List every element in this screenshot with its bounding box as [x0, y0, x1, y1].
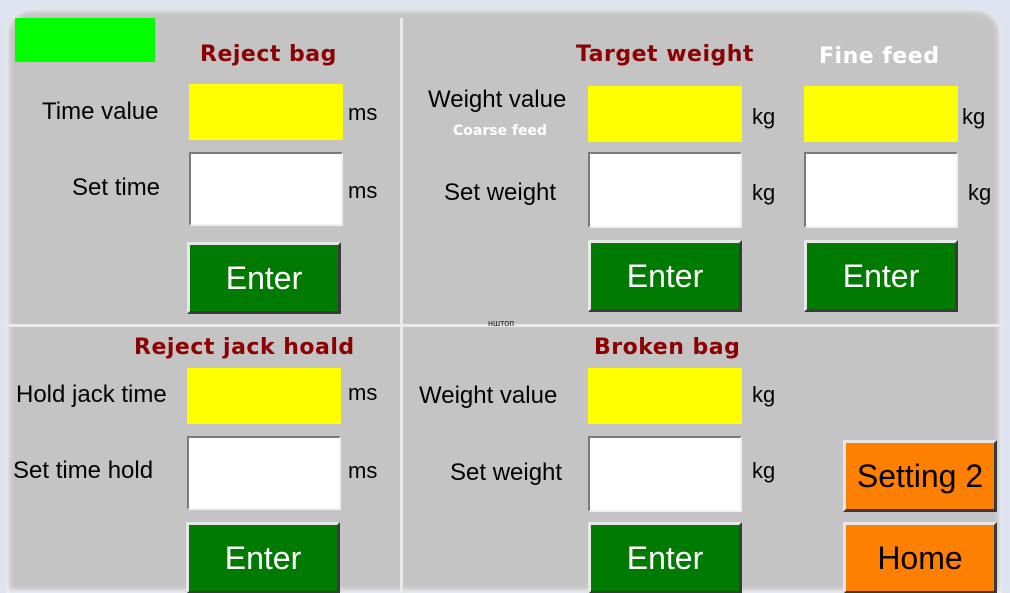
reject-bag-set-time-unit: ms	[348, 178, 378, 203]
hold-jack-time-unit: ms	[348, 380, 378, 405]
set-time-hold-label: Set time hold	[13, 457, 154, 484]
fine-feed-enter-button[interactable]: Enter	[804, 240, 958, 312]
home-button[interactable]: Home	[843, 522, 997, 593]
coarse-feed-value-unit: kg	[752, 104, 776, 129]
setting-2-button[interactable]: Setting 2	[843, 440, 997, 512]
reject-bag-set-time-input[interactable]	[189, 152, 343, 226]
reject-bag-title: Reject bag	[200, 42, 337, 67]
reject-jack-hold-title: Reject jack hoald	[134, 335, 355, 360]
fine-feed-value-unit: kg	[962, 104, 986, 129]
fine-feed-set-unit: kg	[968, 180, 992, 205]
target-weight-title: Target weight	[576, 42, 754, 67]
broken-bag-set-weight-input[interactable]	[588, 436, 742, 512]
stray-text: нштоп	[488, 318, 515, 328]
broken-bag-weight-value-label: Weight value	[419, 382, 558, 409]
target-weight-value-label: Weight value	[428, 86, 567, 113]
broken-bag-set-weight-label: Set weight	[450, 459, 563, 486]
vertical-divider	[400, 18, 403, 593]
broken-bag-value-unit: kg	[752, 382, 776, 407]
reject-jack-hold-enter-button[interactable]: Enter	[186, 522, 340, 593]
broken-bag-title: Broken bag	[594, 335, 741, 360]
coarse-feed-set-unit: kg	[752, 180, 776, 205]
reject-bag-time-value-unit: ms	[348, 100, 378, 125]
coarse-feed-weight-value-display	[588, 86, 742, 142]
coarse-feed-enter-button[interactable]: Enter	[588, 240, 742, 312]
reject-bag-time-value-display	[189, 84, 343, 140]
set-time-hold-input[interactable]	[187, 436, 341, 510]
broken-bag-enter-button[interactable]: Enter	[588, 522, 742, 593]
coarse-feed-set-weight-input[interactable]	[588, 152, 742, 228]
reject-bag-enter-button[interactable]: Enter	[187, 242, 341, 314]
broken-bag-weight-value-display	[588, 368, 742, 424]
fine-feed-set-weight-input[interactable]	[804, 152, 958, 228]
target-set-weight-label: Set weight	[444, 179, 557, 206]
status-indicator	[15, 18, 155, 62]
set-time-hold-unit: ms	[348, 458, 378, 483]
set-time-label: Set time	[72, 174, 161, 201]
broken-bag-set-unit: kg	[752, 458, 776, 483]
coarse-feed-label: Coarse feed	[453, 123, 548, 139]
hold-jack-time-label: Hold jack time	[16, 381, 167, 408]
hmi-panel: Reject bag Time value ms Set time ms Ent…	[6, 8, 1002, 593]
fine-feed-weight-value-display	[804, 86, 958, 142]
hold-jack-time-display	[187, 368, 341, 424]
time-value-label: Time value	[42, 98, 159, 125]
fine-feed-title: Fine feed	[819, 44, 940, 69]
